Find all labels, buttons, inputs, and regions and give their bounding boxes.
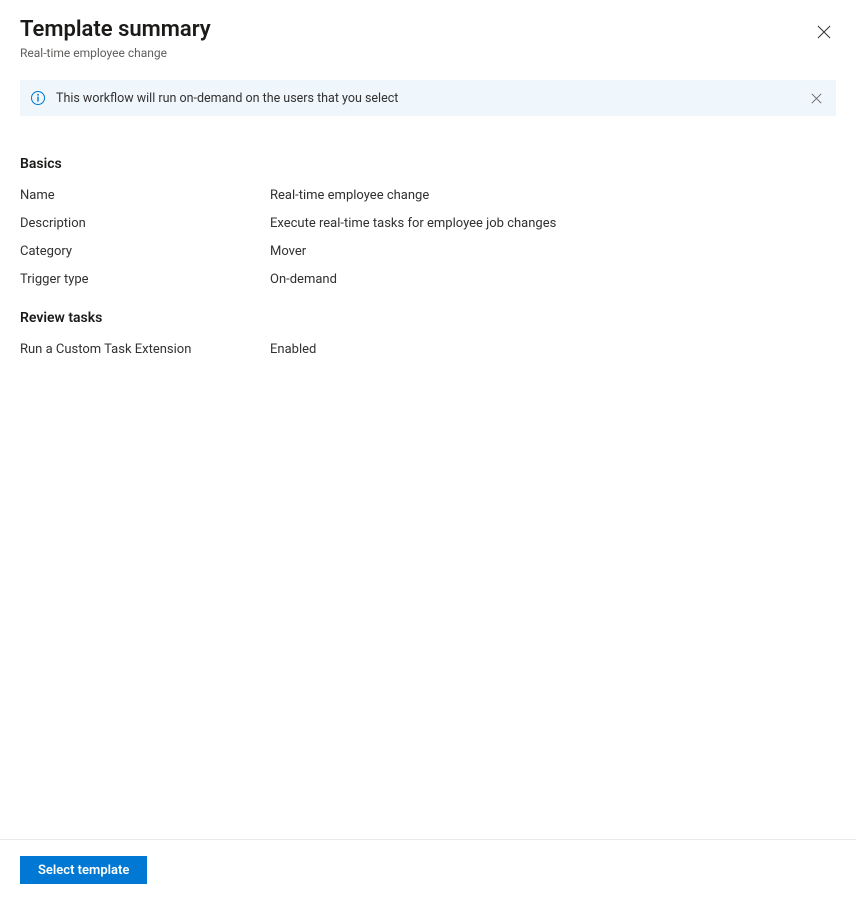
close-icon (811, 93, 822, 104)
kv-value: Mover (270, 242, 836, 262)
info-dismiss-button[interactable] (806, 88, 826, 108)
info-message-bar: This workflow will run on-demand on the … (20, 80, 836, 116)
kv-label: Description (20, 214, 270, 234)
panel-footer: Select template (0, 839, 856, 904)
panel-subtitle: Real-time employee change (20, 46, 836, 60)
kv-label: Category (20, 242, 270, 262)
close-icon (817, 25, 831, 39)
kv-value: Execute real-time tasks for employee job… (270, 214, 836, 234)
kv-value: Real-time employee change (270, 186, 836, 206)
kv-value: On-demand (270, 270, 836, 290)
kv-row-trigger-type: Trigger type On-demand (20, 266, 836, 294)
section-heading-basics: Basics (20, 156, 836, 172)
close-button[interactable] (812, 20, 836, 44)
kv-row-category: Category Mover (20, 238, 836, 266)
info-text: This workflow will run on-demand on the … (56, 91, 806, 106)
kv-row-description: Description Execute real-time tasks for … (20, 210, 836, 238)
template-summary-panel: Template summary Real-time employee chan… (0, 0, 856, 904)
panel-content: Basics Name Real-time employee change De… (0, 116, 856, 839)
section-heading-review-tasks: Review tasks (20, 310, 836, 326)
kv-value: Enabled (270, 340, 836, 360)
kv-label: Run a Custom Task Extension (20, 340, 270, 360)
kv-label: Trigger type (20, 270, 270, 290)
panel-header: Template summary Real-time employee chan… (0, 0, 856, 72)
kv-row-name: Name Real-time employee change (20, 182, 836, 210)
panel-title: Template summary (20, 16, 836, 44)
select-template-button[interactable]: Select template (20, 856, 147, 884)
kv-label: Name (20, 186, 270, 206)
info-icon (30, 90, 46, 106)
kv-row-custom-task-extension: Run a Custom Task Extension Enabled (20, 336, 836, 364)
